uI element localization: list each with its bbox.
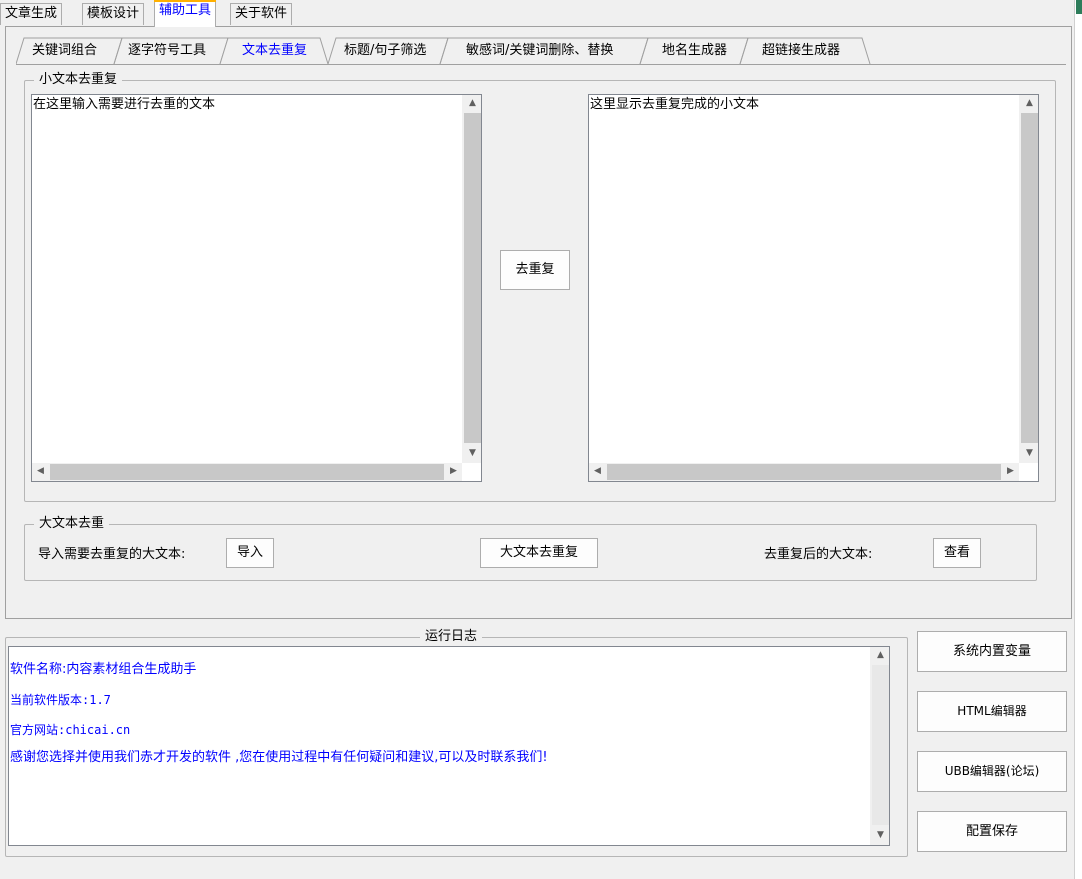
import-button[interactable]: 导入 — [226, 538, 274, 568]
dedup-input-text: 在这里输入需要进行去重的文本 — [33, 97, 216, 112]
scroll-left-arrow-icon[interactable]: ◀ — [589, 463, 606, 481]
scrollbar-thumb[interactable] — [50, 464, 444, 480]
tab-template-design[interactable]: 模板设计 — [82, 3, 145, 25]
system-variables-button[interactable]: 系统内置变量 — [917, 631, 1067, 672]
subtab-char-symbol-tool[interactable]: 逐字符号工具 — [116, 38, 218, 64]
log-line: 感谢您选择并使用我们赤才开发的软件 ,您在使用过程中有任何疑问和建议,可以及时联… — [10, 750, 548, 765]
output-horizontal-scrollbar[interactable]: ◀ ▶ — [589, 463, 1019, 481]
scroll-up-arrow-icon[interactable]: ▲ — [1020, 95, 1039, 112]
run-log-textarea[interactable]: 软件名称:内容素材组合生成助手 当前软件版本:1.7 官方网站:chicai.c… — [8, 646, 890, 846]
scroll-up-arrow-icon[interactable]: ▲ — [871, 647, 890, 664]
result-label: 去重复后的大文本: — [764, 547, 873, 562]
scroll-right-arrow-icon[interactable]: ▶ — [445, 463, 462, 481]
ubb-editor-button[interactable]: UBB编辑器(论坛) — [917, 751, 1067, 792]
scrollbar-thumb[interactable] — [872, 665, 889, 825]
subtab-title-filter[interactable]: 标题/句子筛选 — [332, 38, 438, 64]
input-vertical-scrollbar[interactable]: ▲ ▼ — [462, 95, 481, 463]
subtab-baseline — [16, 64, 1066, 65]
right-edge-accent — [1076, 0, 1082, 14]
log-line: 官方网站:chicai.cn — [10, 723, 131, 737]
subtab-place-generator[interactable]: 地名生成器 — [650, 38, 739, 64]
dedup-output-textarea[interactable]: 这里显示去重复完成的小文本 ▲ ▼ ◀ ▶ — [588, 94, 1039, 482]
small-dedup-title: 小文本去重复 — [34, 72, 123, 88]
tab-aux-tools[interactable]: 辅助工具 — [154, 0, 217, 27]
log-vertical-scrollbar[interactable]: ▲ ▼ — [870, 647, 889, 845]
run-log-title: 运行日志 — [420, 629, 483, 645]
log-line: 当前软件版本:1.7 — [10, 693, 111, 707]
input-horizontal-scrollbar[interactable]: ◀ ▶ — [32, 463, 462, 481]
scroll-down-arrow-icon[interactable]: ▼ — [1020, 445, 1039, 462]
html-editor-button[interactable]: HTML编辑器 — [917, 691, 1067, 732]
tab-article-generate[interactable]: 文章生成 — [0, 3, 63, 25]
output-vertical-scrollbar[interactable]: ▲ ▼ — [1019, 95, 1038, 463]
right-edge-window — [1074, 0, 1082, 879]
scrollbar-thumb[interactable] — [464, 113, 481, 443]
scroll-down-arrow-icon[interactable]: ▼ — [463, 445, 482, 462]
scroll-right-arrow-icon[interactable]: ▶ — [1002, 463, 1019, 481]
subtab-sensitive-replace[interactable]: 敏感词/关键词删除、替换 — [454, 38, 625, 64]
log-line: 软件名称:内容素材组合生成助手 — [10, 662, 197, 677]
subtab-keyword-combine[interactable]: 关键词组合 — [20, 38, 109, 64]
subtab-hyperlink-generator[interactable]: 超链接生成器 — [750, 38, 852, 64]
subtab-text-dedup[interactable]: 文本去重复 — [230, 38, 319, 64]
sub-tab-bar: 关键词组合 逐字符号工具 文本去重复 标题/句子筛选 敏感词/关键词删除、替换 … — [16, 36, 1066, 66]
scroll-left-arrow-icon[interactable]: ◀ — [32, 463, 49, 481]
tab-about[interactable]: 关于软件 — [230, 3, 293, 25]
save-config-button[interactable]: 配置保存 — [917, 811, 1067, 852]
import-label: 导入需要去重复的大文本: — [38, 547, 186, 562]
view-button[interactable]: 查看 — [933, 538, 981, 568]
dedup-button[interactable]: 去重复 — [500, 250, 570, 290]
scroll-up-arrow-icon[interactable]: ▲ — [463, 95, 482, 112]
scrollbar-thumb[interactable] — [607, 464, 1001, 480]
dedup-output-text: 这里显示去重复完成的小文本 — [590, 97, 760, 112]
big-dedup-button[interactable]: 大文本去重复 — [480, 538, 598, 568]
big-dedup-title: 大文本去重 — [34, 516, 110, 532]
scrollbar-thumb[interactable] — [1021, 113, 1038, 443]
scroll-down-arrow-icon[interactable]: ▼ — [871, 827, 890, 844]
dedup-input-textarea[interactable]: 在这里输入需要进行去重的文本 ▲ ▼ ◀ ▶ — [31, 94, 482, 482]
top-tab-bar: 文章生成 模板设计 辅助工具 关于软件 — [0, 0, 1072, 28]
